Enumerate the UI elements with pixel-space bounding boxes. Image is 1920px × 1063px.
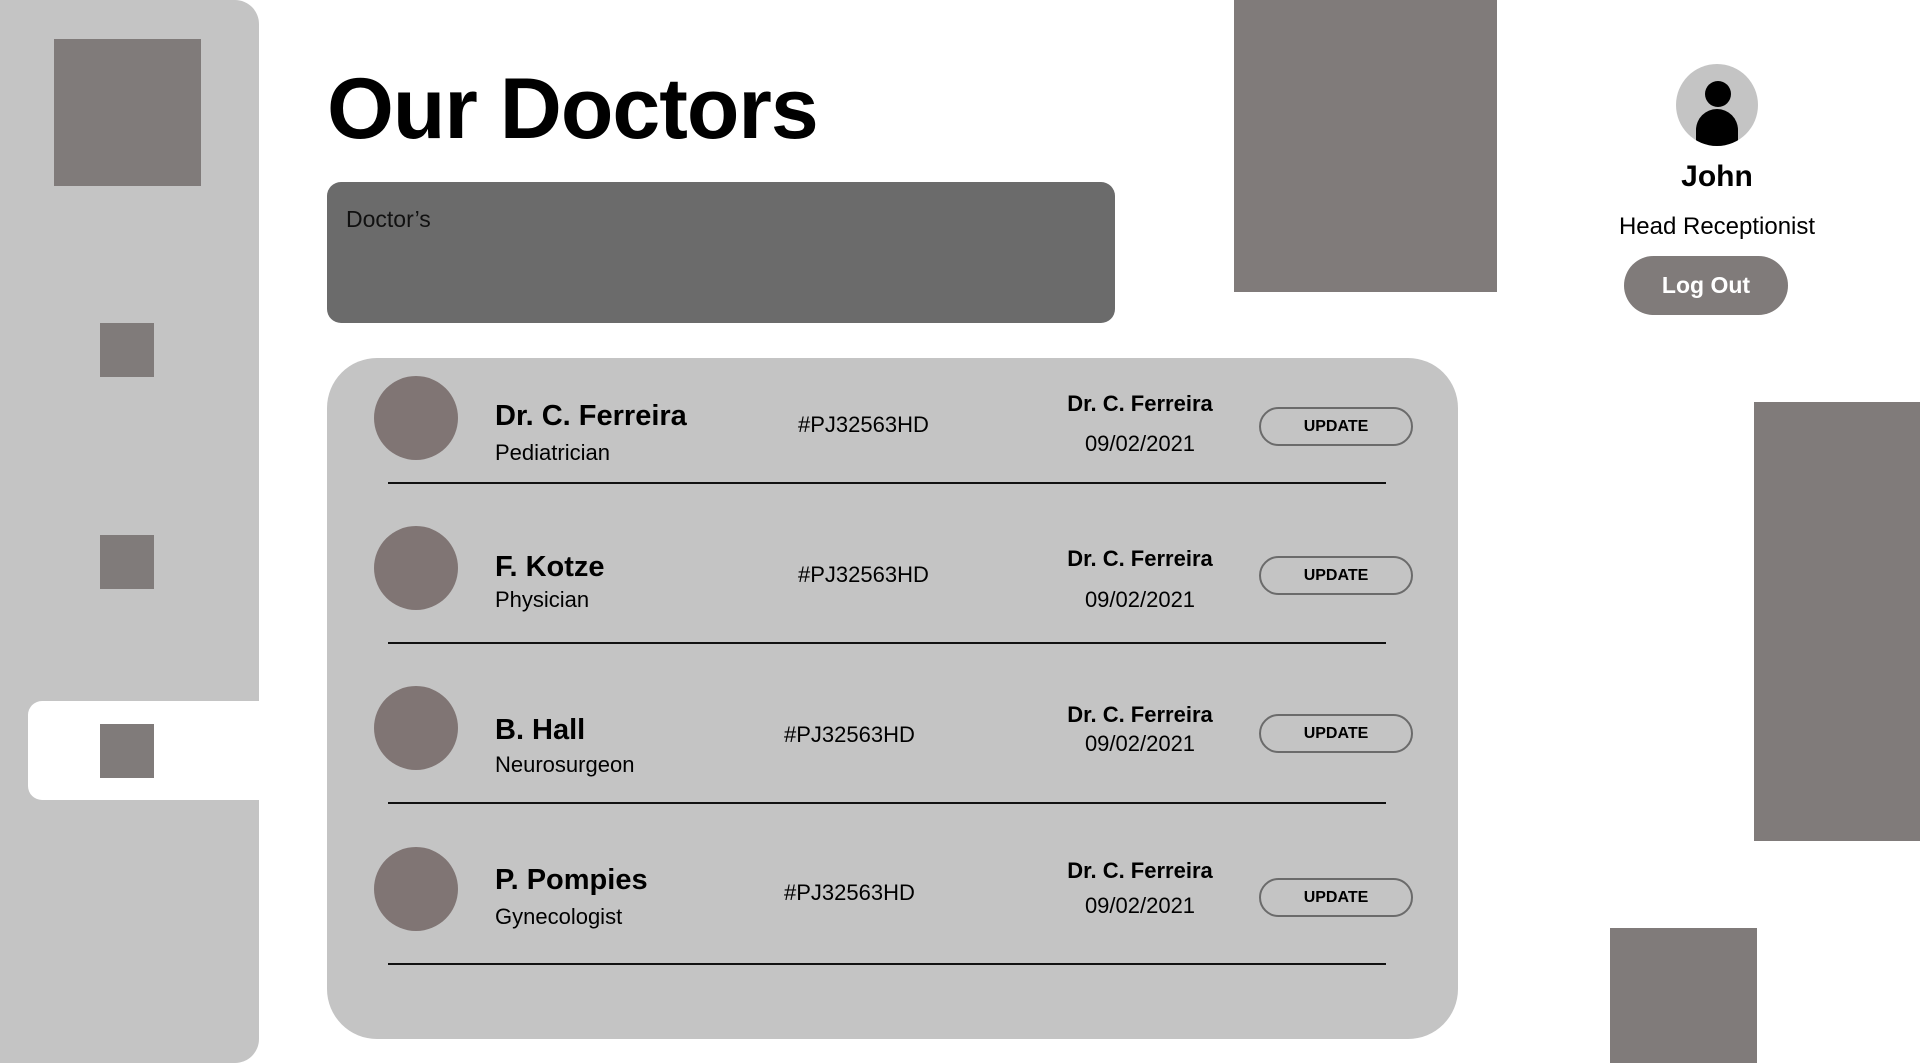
image-placeholder-right	[1754, 402, 1920, 841]
page-title: Our Doctors	[327, 61, 819, 157]
doctor-id: #PJ32563HD	[784, 722, 915, 747]
doctor-specialty: Gynecologist	[495, 904, 623, 929]
doctor-row: Dr. C. Ferreira Pediatrician #PJ32563HD …	[327, 358, 1458, 508]
profile-name: John	[1681, 160, 1753, 193]
doctor-specialty: Pediatrician	[495, 440, 610, 465]
sidebar-item-3-icon[interactable]	[100, 724, 154, 778]
row-divider	[388, 963, 1386, 965]
doctor-id: #PJ32563HD	[784, 880, 915, 905]
doctor-assigned-by: Dr. C. Ferreira	[1067, 702, 1213, 727]
update-button[interactable]: UPDATE	[1259, 407, 1413, 446]
doctor-row: P. Pompies Gynecologist #PJ32563HD Dr. C…	[327, 828, 1458, 978]
sidebar-logo[interactable]	[54, 39, 201, 186]
doctor-avatar	[374, 847, 458, 931]
doctor-assigned-by: Dr. C. Ferreira	[1067, 858, 1213, 883]
image-placeholder-bottom	[1610, 928, 1757, 1063]
doctor-assigned-by: Dr. C. Ferreira	[1067, 391, 1213, 416]
doctor-row: B. Hall Neurosurgeon #PJ32563HD Dr. C. F…	[327, 668, 1458, 818]
image-placeholder-top	[1234, 0, 1497, 292]
doctor-date: 09/02/2021	[1084, 431, 1196, 456]
update-button[interactable]: UPDATE	[1259, 714, 1413, 753]
logout-button[interactable]: Log Out	[1624, 256, 1788, 315]
doctor-specialty: Physician	[495, 587, 590, 612]
user-icon-head	[1705, 81, 1731, 107]
doctor-specialty: Neurosurgeon	[495, 752, 635, 777]
doctor-assigned-by: Dr. C. Ferreira	[1067, 546, 1213, 571]
doctor-id: #PJ32563HD	[798, 562, 929, 587]
doctor-filter-box[interactable]: Doctor’s	[327, 182, 1115, 323]
user-icon[interactable]	[1676, 64, 1758, 146]
sidebar-item-1-icon[interactable]	[100, 323, 154, 377]
doctor-avatar	[374, 526, 458, 610]
doctor-date: 09/02/2021	[1084, 731, 1196, 756]
doctor-avatar	[374, 686, 458, 770]
doctor-date: 09/02/2021	[1084, 587, 1196, 612]
doctor-row: F. Kotze Physician #PJ32563HD Dr. C. Fer…	[327, 508, 1458, 658]
update-button[interactable]: UPDATE	[1259, 878, 1413, 917]
doctor-name: B. Hall	[495, 714, 586, 746]
row-divider	[388, 482, 1386, 484]
doctor-name: P. Pompies	[495, 864, 648, 896]
doctor-filter-label: Doctor’s	[346, 206, 431, 232]
sidebar-item-2-icon[interactable]	[100, 535, 154, 589]
doctor-name: Dr. C. Ferreira	[495, 400, 687, 432]
doctor-id: #PJ32563HD	[798, 412, 929, 437]
doctor-date: 09/02/2021	[1084, 893, 1196, 918]
user-icon-body	[1696, 109, 1738, 146]
row-divider	[388, 642, 1386, 644]
doctors-list: Dr. C. Ferreira Pediatrician #PJ32563HD …	[327, 358, 1458, 1039]
doctor-name: F. Kotze	[495, 551, 605, 583]
update-button[interactable]: UPDATE	[1259, 556, 1413, 595]
row-divider	[388, 802, 1386, 804]
doctor-avatar	[374, 376, 458, 460]
profile-role: Head Receptionist	[1618, 213, 1816, 240]
